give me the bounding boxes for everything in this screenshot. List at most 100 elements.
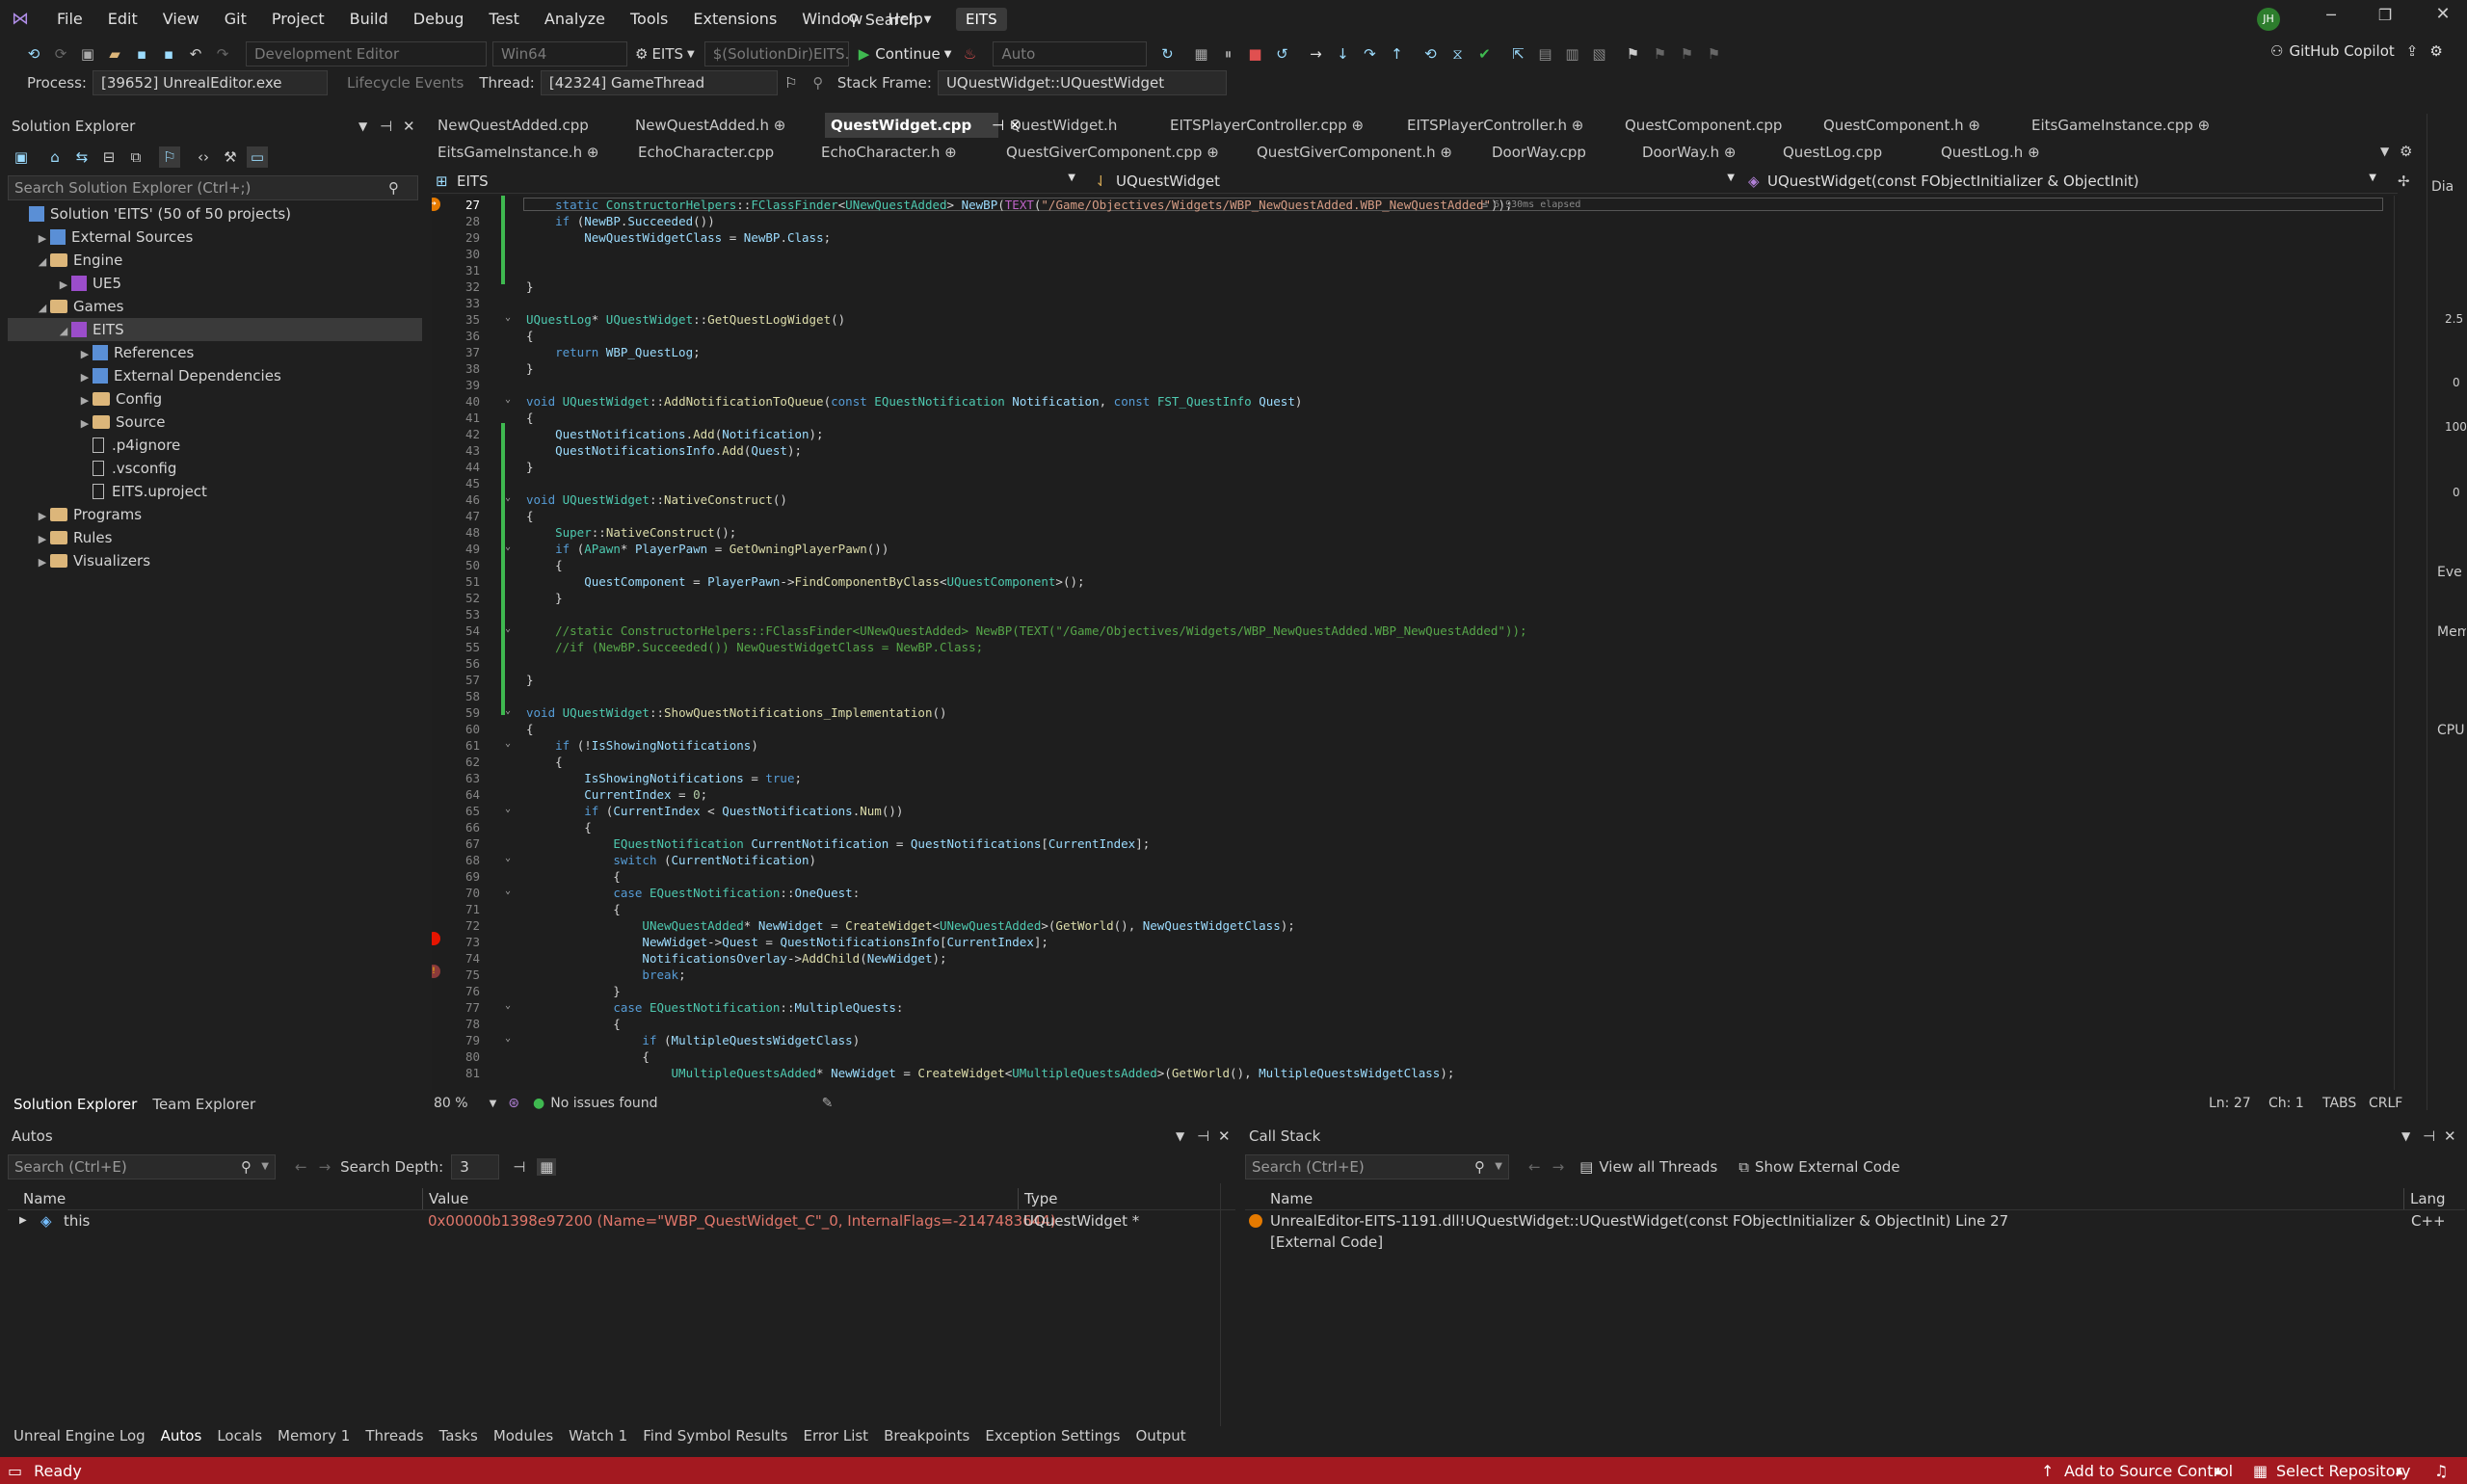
- code-line[interactable]: {: [526, 411, 534, 425]
- code-line[interactable]: void UQuestWidget::ShowQuestNotification…: [526, 705, 947, 720]
- editor-tab[interactable]: QuestGiverComponent.h ⊕: [1251, 140, 1452, 165]
- layout-icon[interactable]: ▦: [1190, 43, 1211, 65]
- stop-icon[interactable]: ■: [1244, 43, 1265, 65]
- tree-item[interactable]: ▶ Visualizers: [8, 549, 422, 572]
- save-all-icon[interactable]: ▪: [158, 43, 179, 65]
- tree-item[interactable]: ▶ Source: [8, 411, 422, 434]
- tree-item[interactable]: .vsconfig: [8, 457, 422, 480]
- editor-tab[interactable]: QuestLog.cpp: [1777, 140, 1882, 165]
- platform-select[interactable]: Win64: [492, 41, 627, 66]
- code-line[interactable]: UQuestLog* UQuestWidget::GetQuestLogWidg…: [526, 312, 845, 327]
- expand-arrow-icon[interactable]: ▶: [35, 227, 50, 251]
- panel-options-icon[interactable]: ▼: [2401, 1124, 2410, 1149]
- table-row[interactable]: UnrealEditor-EITS-1191.dll!UQuestWidget:…: [1245, 1210, 2465, 1232]
- tree-item[interactable]: ▶ Programs: [8, 503, 422, 526]
- code-line[interactable]: QuestComponent = PlayerPawn->FindCompone…: [526, 574, 1084, 589]
- path-select[interactable]: $(SolutionDir)EITS.uprojec: [703, 41, 849, 66]
- new-item-icon[interactable]: ▣: [77, 43, 98, 65]
- table-row[interactable]: [External Code]: [1245, 1232, 2465, 1253]
- add-to-source-control-button[interactable]: Add to Source Control: [2064, 1462, 2233, 1480]
- tree-item[interactable]: ▶ External Sources: [8, 225, 422, 249]
- code-line[interactable]: {: [526, 722, 534, 736]
- tree-item[interactable]: ▶ Rules: [8, 526, 422, 549]
- expand-arrow-icon[interactable]: ▶: [35, 528, 50, 551]
- hex-view-icon[interactable]: ▦: [537, 1158, 557, 1176]
- depth-select[interactable]: 3: [451, 1154, 500, 1179]
- code-line[interactable]: static ConstructorHelpers::FClassFinder<…: [526, 198, 1512, 212]
- tree-item[interactable]: ▶ Config: [8, 387, 422, 411]
- process-select[interactable]: [39652] UnrealEditor.exe: [92, 70, 328, 95]
- fold-toggle-icon[interactable]: ⌄: [505, 886, 511, 896]
- code-line[interactable]: UMultipleQuestsAdded* NewWidget = Create…: [526, 1066, 1455, 1080]
- home-icon[interactable]: ⌂: [44, 146, 66, 168]
- fold-toggle-icon[interactable]: ⌄: [505, 1033, 511, 1044]
- close-icon[interactable]: ✕: [403, 114, 415, 139]
- tab-settings-icon[interactable]: ⚙: [2400, 143, 2412, 160]
- tool-tab[interactable]: Threads: [358, 1424, 431, 1447]
- avatar[interactable]: JH: [2257, 8, 2280, 31]
- editor-tab[interactable]: QuestComponent.cpp: [1619, 113, 1782, 138]
- menu-item-file[interactable]: File: [44, 0, 95, 39]
- bookmark-prev-icon[interactable]: ⚑: [1649, 43, 1670, 65]
- editor-tab[interactable]: QuestGiverComponent.cpp ⊕: [1000, 140, 1219, 165]
- code-line[interactable]: if (NewBP.Succeeded()): [526, 214, 715, 228]
- code-line[interactable]: void UQuestWidget::AddNotificationToQueu…: [526, 394, 1302, 409]
- tool-tab[interactable]: Exception Settings: [977, 1424, 1127, 1447]
- editor-tab[interactable]: NewQuestAdded.cpp: [432, 113, 589, 138]
- forward-arrow-icon[interactable]: →: [1552, 1158, 1565, 1176]
- forward-icon[interactable]: ⟳: [50, 43, 71, 65]
- restart-icon[interactable]: ↺: [1271, 43, 1292, 65]
- tool-tab[interactable]: Unreal Engine Log: [6, 1424, 153, 1447]
- tool-tab[interactable]: Locals: [209, 1424, 270, 1447]
- expand-arrow-icon[interactable]: ◢: [56, 320, 71, 343]
- tool-tab[interactable]: Memory 1: [270, 1424, 358, 1447]
- tab-solution-explorer[interactable]: Solution Explorer: [8, 1093, 145, 1116]
- code-line[interactable]: {: [526, 902, 621, 916]
- filter-files-icon[interactable]: ⚐: [159, 146, 180, 168]
- code-line[interactable]: EQuestNotification CurrentNotification =…: [526, 836, 1150, 851]
- editor-tab[interactable]: EitsGameInstance.cpp ⊕: [2026, 113, 2210, 138]
- menu-item-tools[interactable]: Tools: [618, 0, 680, 39]
- panel-options-icon[interactable]: ▼: [358, 114, 367, 139]
- code-line[interactable]: CurrentIndex = 0;: [526, 787, 707, 802]
- pin-icon[interactable]: ⊣: [1197, 1124, 1209, 1149]
- code-line[interactable]: IsShowingNotifications = true;: [526, 771, 802, 785]
- tab-overflow-icon[interactable]: ▼: [2380, 145, 2389, 158]
- code-line[interactable]: void UQuestWidget::NativeConstruct(): [526, 492, 787, 507]
- bookmark-clear-icon[interactable]: ⚑: [1703, 43, 1724, 65]
- expand-arrow-icon[interactable]: ▶: [77, 366, 93, 389]
- tool-tab[interactable]: Tasks: [432, 1424, 486, 1447]
- pin-watch-icon[interactable]: ⊣: [513, 1158, 525, 1176]
- expand-arrow-icon[interactable]: ▶: [77, 343, 93, 366]
- switch-view-icon[interactable]: ⇆: [71, 146, 93, 168]
- code-line[interactable]: {: [526, 1017, 621, 1031]
- editor-tab[interactable]: QuestWidget.cpp ⊣ ✕: [825, 113, 1021, 138]
- menu-item-build[interactable]: Build: [337, 0, 401, 39]
- code-line[interactable]: }: [526, 591, 563, 605]
- check-icon[interactable]: ✔: [1473, 43, 1495, 65]
- editor-tab[interactable]: QuestLog.h ⊕: [1935, 140, 2040, 165]
- expand-arrow-icon[interactable]: ▶: [77, 412, 93, 436]
- code-line[interactable]: case EQuestNotification::OneQuest:: [526, 886, 860, 900]
- code-line[interactable]: Super::NativeConstruct();: [526, 525, 736, 540]
- pause-icon[interactable]: ⏸: [1217, 43, 1238, 65]
- lifecycle-events-button[interactable]: Lifecycle Events: [347, 74, 464, 92]
- col-name[interactable]: Name: [1270, 1188, 1313, 1209]
- code-line[interactable]: {: [526, 869, 621, 884]
- filter-icon[interactable]: ⚲: [808, 72, 829, 93]
- select-repository-button[interactable]: Select Repository: [2276, 1462, 2411, 1480]
- tool-tab[interactable]: Error List: [796, 1424, 877, 1447]
- fold-toggle-icon[interactable]: ⌄: [505, 1000, 511, 1011]
- stackframe-select[interactable]: UQuestWidget::UQuestWidget: [937, 70, 1227, 95]
- redo-icon[interactable]: ↷: [212, 43, 233, 65]
- brush-icon[interactable]: ✎: [822, 1096, 834, 1111]
- hot-reload-icon[interactable]: ♨: [959, 43, 980, 65]
- memory-tab[interactable]: Mem: [2437, 624, 2466, 640]
- fold-toggle-icon[interactable]: ⌄: [505, 623, 511, 634]
- auto-select[interactable]: Auto: [993, 41, 1148, 66]
- startup-project-select[interactable]: ⚙ EITS ▼: [635, 45, 695, 63]
- menu-item-view[interactable]: View: [150, 0, 212, 39]
- step-over-icon[interactable]: ↷: [1359, 43, 1380, 65]
- tab-team-explorer[interactable]: Team Explorer: [145, 1093, 263, 1116]
- open-folder-icon[interactable]: ▰: [104, 43, 125, 65]
